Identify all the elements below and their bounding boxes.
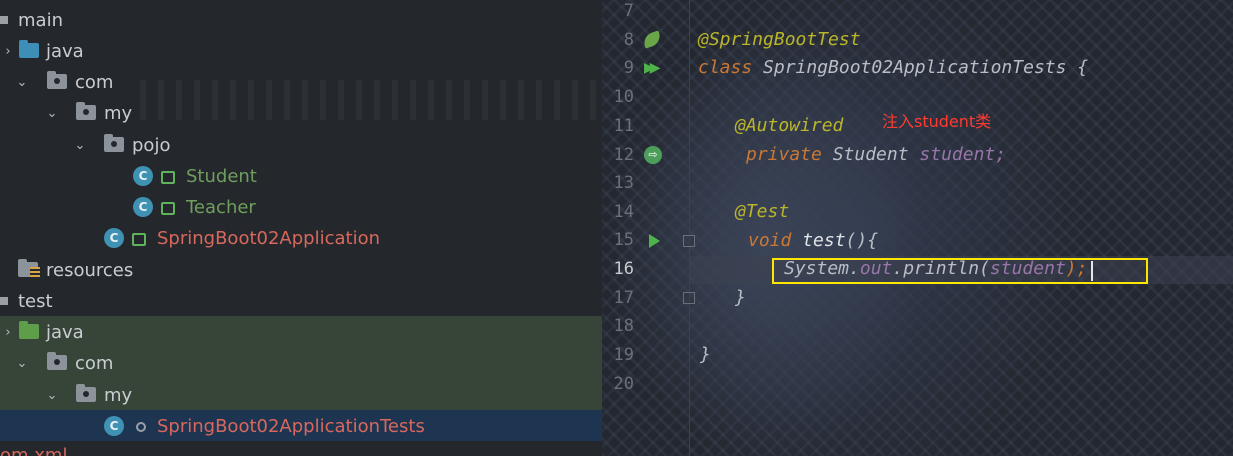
package-private-icon bbox=[136, 422, 146, 432]
code-line-12: private Student student; bbox=[746, 144, 1006, 165]
chevron-down-icon[interactable]: ⌄ bbox=[14, 67, 30, 98]
keyword-token: private bbox=[746, 144, 822, 165]
code-line-19: } bbox=[700, 344, 711, 365]
package-icon bbox=[76, 384, 96, 402]
code-line-11: @Autowired bbox=[735, 115, 843, 136]
tree-item-test-com[interactable]: ⌄ com bbox=[0, 348, 602, 379]
line-number: 10 bbox=[613, 87, 634, 107]
folder-icon bbox=[0, 297, 8, 305]
line-number: 13 bbox=[613, 173, 634, 193]
class-icon: C bbox=[133, 166, 153, 186]
lock-icon bbox=[132, 233, 146, 246]
line-number: 20 bbox=[613, 374, 634, 394]
test-folder-icon bbox=[19, 321, 39, 339]
tree-item-pojo[interactable]: ⌄ pojo bbox=[0, 130, 602, 161]
tree-item-main-my[interactable]: ⌄ my bbox=[0, 98, 602, 129]
class-name-token: SpringBoot02ApplicationTests { bbox=[752, 57, 1089, 78]
fold-end-icon[interactable] bbox=[683, 292, 695, 304]
code-line-8: @SpringBootTest bbox=[698, 29, 861, 50]
code-line-17: } bbox=[735, 287, 746, 308]
brace-token: } bbox=[700, 344, 711, 365]
annotation-note: 注入student类 bbox=[882, 112, 992, 131]
run-test-icon[interactable] bbox=[649, 234, 660, 248]
lock-icon bbox=[161, 171, 175, 184]
line-number: 17 bbox=[613, 288, 634, 308]
tree-item-main[interactable]: main bbox=[0, 5, 602, 36]
field-token: student; bbox=[919, 144, 1007, 165]
folder-icon bbox=[0, 16, 8, 24]
run-all-tests-icon[interactable]: ▶▶ bbox=[644, 60, 660, 76]
brace-token: } bbox=[735, 287, 746, 308]
tree-item-test-my[interactable]: ⌄ my bbox=[0, 380, 602, 411]
method-token: test bbox=[791, 230, 846, 251]
code-line-14: @Test bbox=[735, 201, 789, 222]
tree-item-main-java[interactable]: › java bbox=[0, 36, 602, 67]
line-number: 11 bbox=[613, 116, 634, 136]
tree-item-pom-xml[interactable]: om.xml bbox=[0, 440, 602, 456]
autowired-icon[interactable]: ⇨ bbox=[644, 146, 662, 164]
line-number-current: 16 bbox=[613, 259, 634, 279]
chevron-right-icon[interactable]: › bbox=[0, 317, 16, 348]
code-line-9: class SpringBoot02ApplicationTests { bbox=[698, 57, 1088, 78]
tree-item-resources[interactable]: resources bbox=[0, 255, 602, 286]
line-number: 19 bbox=[613, 345, 634, 365]
code-line-15: void test(){ bbox=[748, 230, 878, 251]
package-icon bbox=[104, 134, 124, 152]
spring-leaf-icon[interactable] bbox=[641, 30, 663, 49]
chevron-down-icon[interactable]: ⌄ bbox=[14, 348, 30, 379]
chevron-down-icon[interactable]: ⌄ bbox=[44, 98, 60, 129]
annotation-token: @SpringBootTest bbox=[698, 29, 861, 50]
line-number: 9 bbox=[623, 58, 634, 78]
tree-item-main-com[interactable]: ⌄ com bbox=[0, 67, 602, 98]
line-number: 18 bbox=[613, 316, 634, 336]
gutter-divider bbox=[689, 0, 690, 456]
package-icon bbox=[47, 352, 67, 370]
tree-item-test[interactable]: test bbox=[0, 286, 602, 317]
resources-folder-icon bbox=[18, 259, 40, 279]
paren-token: (){ bbox=[845, 230, 879, 251]
source-folder-icon bbox=[19, 40, 39, 58]
code-editor[interactable]: 7 8 9 10 11 12 13 14 15 16 17 18 19 20 ▶… bbox=[602, 0, 1233, 456]
lock-icon bbox=[161, 202, 175, 215]
annotation-token: @Autowired bbox=[735, 115, 844, 136]
tree-item-student[interactable]: C Student bbox=[0, 161, 602, 192]
text-caret bbox=[1091, 261, 1093, 281]
line-number: 12 bbox=[613, 145, 634, 165]
tree-item-springboot02application[interactable]: C SpringBoot02Application bbox=[0, 223, 602, 254]
line-number: 7 bbox=[623, 1, 634, 21]
package-icon bbox=[76, 102, 96, 120]
tree-item-teacher[interactable]: C Teacher bbox=[0, 192, 602, 223]
tree-item-springboot02applicationtests[interactable]: C SpringBoot02ApplicationTests bbox=[0, 411, 602, 442]
test-class-icon: C bbox=[104, 416, 124, 436]
chevron-right-icon[interactable]: › bbox=[0, 36, 16, 67]
annotation-token: @Test bbox=[735, 201, 790, 222]
keyword-token: class bbox=[698, 57, 753, 78]
line-number: 8 bbox=[623, 30, 634, 50]
package-icon bbox=[47, 71, 67, 89]
class-icon: C bbox=[133, 197, 153, 217]
type-token: Student bbox=[821, 144, 920, 165]
fold-start-icon[interactable] bbox=[683, 235, 695, 247]
spring-class-icon: C bbox=[104, 228, 124, 248]
line-number: 14 bbox=[613, 202, 634, 222]
project-tree: main › java ⌄ com ⌄ my ⌄ pojo C Student … bbox=[0, 0, 602, 456]
line-number: 15 bbox=[613, 230, 634, 250]
tree-item-test-java[interactable]: › java bbox=[0, 317, 602, 348]
chevron-down-icon[interactable]: ⌄ bbox=[44, 380, 60, 411]
keyword-token: void bbox=[748, 230, 792, 251]
chevron-down-icon[interactable]: ⌄ bbox=[72, 130, 88, 161]
